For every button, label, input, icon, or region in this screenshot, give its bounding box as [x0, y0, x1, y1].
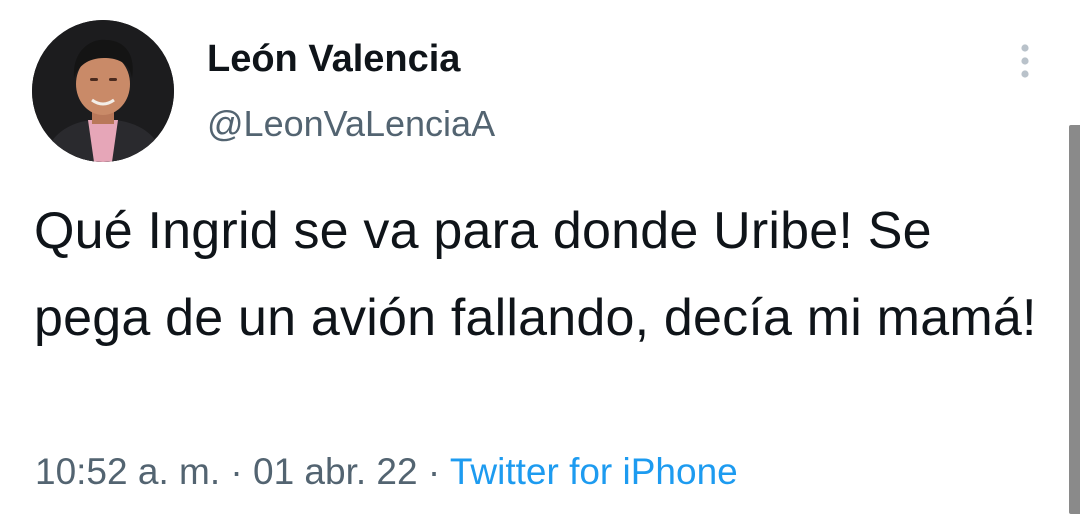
tweet-metadata: 10:52 a. m. · 01 abr. 22 · Twitter for i… — [35, 448, 738, 496]
tweet-source-link[interactable]: Twitter for iPhone — [450, 451, 738, 492]
more-vertical-icon[interactable] — [1011, 42, 1039, 82]
tweet-card: León Valencia @LeonVaLenciaA Qué Ingrid … — [0, 0, 1080, 514]
meta-separator: · — [427, 451, 441, 492]
avatar[interactable] — [32, 20, 174, 162]
author-name[interactable]: León Valencia — [207, 36, 460, 82]
scrollbar[interactable] — [1069, 125, 1080, 514]
avatar-photo — [32, 20, 174, 162]
tweet-text: Qué Ingrid se va para donde Uribe! Se pe… — [34, 202, 1037, 347]
author-handle[interactable]: @LeonVaLenciaA — [207, 102, 495, 146]
tweet-time[interactable]: 10:52 a. m. — [35, 451, 220, 492]
tweet-date[interactable]: 01 abr. 22 — [253, 451, 418, 492]
meta-separator: · — [230, 451, 243, 492]
